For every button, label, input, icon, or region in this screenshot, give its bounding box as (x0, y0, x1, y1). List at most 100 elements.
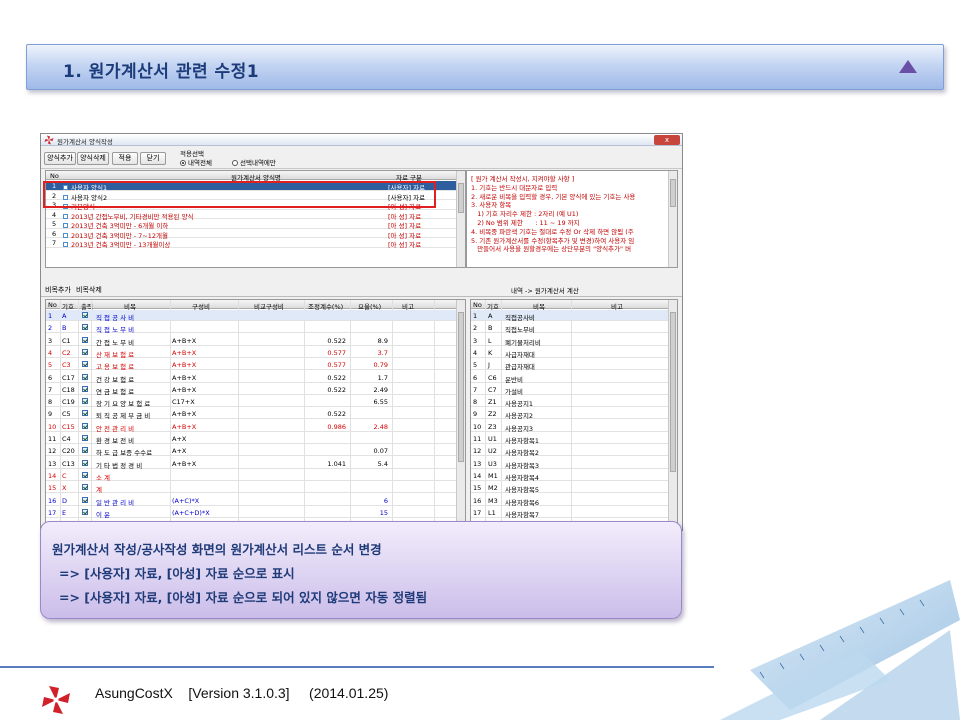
calc-row[interactable]: 9 Z2 사용공지2 (471, 408, 669, 420)
item-row[interactable]: 2B 직 접 노 무 비 (46, 322, 458, 334)
item-row[interactable]: 10 C15 안 전 관 리 비 A+B+X 0.986 2.48 (46, 421, 458, 433)
calc-row[interactable]: 3 L 폐기물처리비 (471, 335, 669, 347)
item-row[interactable]: 16 D 일 반 관 리 비 (A+C)*X 6 (46, 495, 458, 507)
checkbox-checked-icon[interactable] (82, 410, 88, 417)
calc-grid-scrollbar[interactable] (668, 300, 677, 530)
form-row-no: 7 (52, 239, 57, 247)
checkbox-checked-icon[interactable] (82, 361, 88, 368)
calc-row[interactable]: 5 J 관급자재대 (471, 359, 669, 371)
item-row[interactable]: 17 E 이 윤 (A+C+D)*X 15 (46, 507, 458, 519)
item-row[interactable]: 4 C2 산 재 보 험 료 A+B+X 0.577 3.7 (46, 347, 458, 359)
checkbox-checked-icon[interactable] (82, 447, 88, 454)
calc-row[interactable]: 6 C6 운반비 (471, 372, 669, 384)
item-composition: A+B+X (172, 422, 197, 431)
item-composition: C17+X (172, 398, 195, 407)
checkbox-icon (63, 242, 68, 247)
scroll-thumb[interactable] (670, 179, 676, 207)
item-adjust: 0.577 (327, 361, 346, 370)
calc-row[interactable]: 13 U3 사용자항목3 (471, 458, 669, 470)
add-form-button[interactable]: 양식추가 (44, 152, 76, 165)
calc-row[interactable]: 14 M1 사용자항목4 (471, 470, 669, 482)
calc-row[interactable]: 7 C7 가설비 (471, 384, 669, 396)
item-code: D (62, 496, 68, 505)
item-row[interactable]: 7 C18 연 금 보 험 료 A+B+X 0.522 2.49 (46, 384, 458, 396)
checkbox-checked-icon[interactable] (82, 324, 88, 331)
calc-no: 9 (473, 410, 478, 419)
item-no: 9 (48, 410, 53, 419)
checkbox-checked-icon[interactable] (82, 484, 88, 491)
notes-scrollbar[interactable] (668, 171, 677, 267)
item-row[interactable]: 9 C5 퇴 직 공 제 부 금 비 A+B+X 0.522 (46, 408, 458, 420)
item-composition: (A+C)*X (172, 496, 200, 505)
item-rate: 0.79 (373, 361, 388, 370)
note-line: [ 원가 계산서 작성시, 지켜야할 사항 ] (471, 175, 575, 183)
radio-selected-items[interactable]: 선택내역에만 (232, 157, 276, 167)
calc-row[interactable]: 16 M3 사용자항목6 (471, 495, 669, 507)
scroll-thumb[interactable] (458, 183, 464, 213)
calc-code: Z1 (488, 398, 497, 407)
item-row[interactable]: 3 C1 간 접 노 무 비 A+B+X 0.522 8.9 (46, 335, 458, 347)
calc-row[interactable]: 11 U1 사용자항목1 (471, 433, 669, 445)
calc-code: C6 (488, 373, 497, 382)
item-name: 일 반 관 리 비 (96, 498, 135, 507)
window-close-button[interactable]: x (654, 135, 680, 145)
item-row[interactable]: 11 C4 환 경 보 전 비 A+X (46, 433, 458, 445)
item-row[interactable]: 5 C3 고 용 보 험 료 A+B+X 0.577 0.79 (46, 359, 458, 371)
form-grid-scrollbar[interactable] (456, 171, 465, 267)
calc-row[interactable]: 2 B 직접노무비 (471, 322, 669, 335)
checkbox-checked-icon[interactable] (82, 312, 88, 318)
delete-form-button[interactable]: 양식삭제 (77, 152, 109, 165)
item-row[interactable]: 1 A 직 접 공 사 비 (46, 310, 458, 322)
checkbox-checked-icon[interactable] (82, 459, 88, 466)
calc-row[interactable]: 8 Z1 사용공지1 (471, 396, 669, 408)
item-row[interactable]: 6 C17 건 강 보 험 료 A+B+X 0.522 1.7 (46, 372, 458, 384)
checkbox-checked-icon[interactable] (82, 508, 88, 515)
scroll-thumb[interactable] (458, 312, 464, 462)
calc-row[interactable]: 12 U2 사용자항목2 (471, 445, 669, 457)
checkbox-checked-icon[interactable] (82, 398, 88, 405)
calc-no: 6 (473, 373, 478, 382)
calc-row[interactable]: 10 Z3 사용공지3 (471, 421, 669, 433)
item-row[interactable]: 12 C20 하 도 급 보증 수수료 A+X 0.07 (46, 445, 458, 457)
form-row[interactable]: 5 2013년 건축 3억미만 - 6개월 이하 [아 성] 자료 (46, 219, 456, 230)
item-name: 연 금 보 험 료 (96, 387, 135, 396)
apply-button[interactable]: 적용 (112, 152, 138, 165)
checkbox-checked-icon[interactable] (82, 435, 88, 441)
item-row[interactable]: 13 C13 기 타 법 정 경 비 A+B+X 1.041 5.4 (46, 458, 458, 470)
checkbox-checked-icon[interactable] (82, 336, 88, 343)
item-no: 13 (48, 459, 57, 468)
form-row[interactable]: 6 2013년 건축 3억미만 - 7~12개월 [아 성] 자료 (46, 229, 456, 240)
add-item-button[interactable]: 비목추가 (45, 285, 71, 295)
checkbox-checked-icon[interactable] (82, 471, 88, 478)
item-row[interactable]: 8 C19 장 기 요 양 보 험 료 C17+X 6.55 (46, 396, 458, 408)
delete-item-button[interactable]: 비목삭제 (76, 285, 102, 295)
calc-item: 직접노무비 (505, 326, 535, 335)
checkbox-checked-icon[interactable] (82, 422, 88, 429)
form-row[interactable]: 7 2013년 건축 3억미만 - 13개월이상 [아 성] 자료 (46, 238, 456, 249)
calc-code: M2 (488, 484, 498, 493)
calc-row[interactable]: 15 M2 사용자항목5 (471, 482, 669, 494)
checkbox-checked-icon[interactable] (82, 348, 88, 355)
item-adjust: 1.041 (327, 459, 346, 468)
calc-row[interactable]: 4 K 사급자재대 (471, 347, 669, 359)
item-composition: A+X (172, 447, 187, 456)
form-row[interactable]: 4 2013년 간접노무비, 기타경비만 적용된 양식 [아 성] 자료 (46, 210, 456, 221)
description-callout: 원가계산서 작성/공사작성 화면의 원가계산서 리스트 순서 변경 => [사용… (40, 521, 682, 619)
item-no: 1 (48, 312, 53, 320)
footer-product: AsungCostX (95, 685, 173, 701)
item-rate: 5.4 (377, 459, 388, 468)
checkbox-checked-icon[interactable] (82, 373, 88, 380)
scroll-thumb[interactable] (670, 312, 676, 472)
close-button[interactable]: 닫기 (140, 152, 166, 165)
checkbox-checked-icon[interactable] (82, 385, 88, 392)
item-grid-scrollbar[interactable] (456, 300, 465, 530)
calc-row[interactable]: 1 A 직접공사비 (471, 310, 669, 322)
calc-no: 11 (473, 435, 482, 443)
item-row[interactable]: 14 C 소 계 (46, 470, 458, 482)
radio-all-items[interactable]: 내역전체 (180, 157, 212, 167)
callout-line-3: => [사용자] 자료, [아성] 자료 순으로 되어 있지 않으면 자동 정렬… (59, 590, 428, 605)
checkbox-checked-icon[interactable] (82, 496, 88, 503)
item-row[interactable]: 15 X 계 (46, 482, 458, 494)
radio-selected-label: 선택내역에만 (240, 159, 276, 167)
calc-row[interactable]: 17 L1 사용자항목7 (471, 507, 669, 519)
